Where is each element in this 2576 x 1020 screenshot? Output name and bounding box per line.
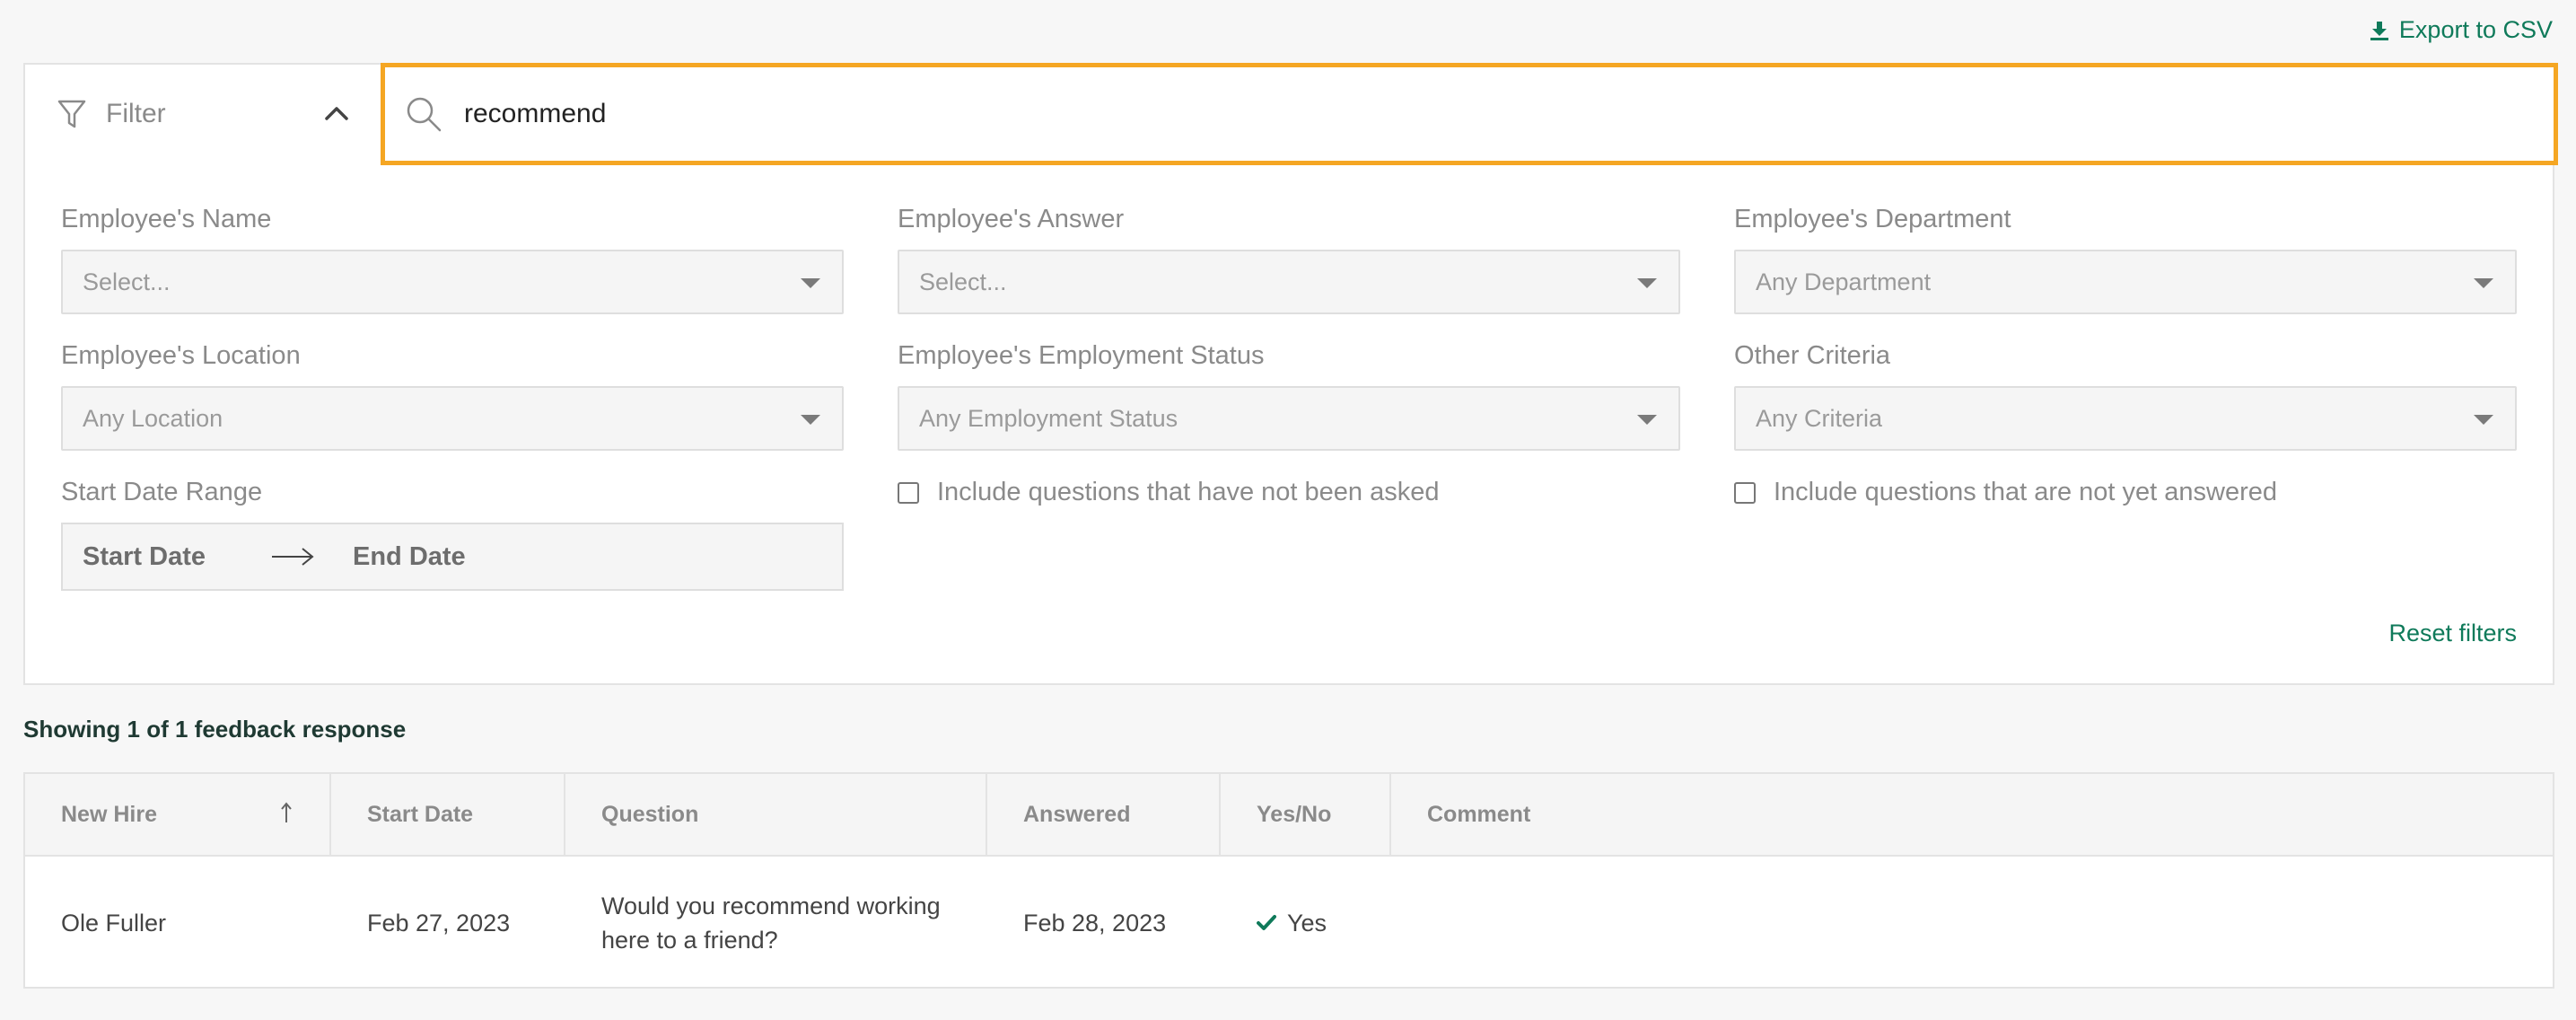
page: Export to CSV Filter Employee's Name Sel… [0,0,2576,1020]
column-new-hire-label: New Hire [61,801,157,827]
feedback-table: New Hire Start Date Question Answered Ye… [23,772,2554,989]
employee-department-label: Employee's Department [1734,205,2011,233]
arrow-right-icon [272,548,314,566]
sort-ascending-icon [281,802,292,822]
search-icon [407,97,442,132]
start-date-range-label: Start Date Range [61,478,263,506]
column-answered-label: Answered [1023,801,1131,827]
filter-funnel-icon [57,100,86,128]
employee-location-field: Employee's Location Any Location [61,341,844,451]
column-question-label: Question [601,801,699,827]
employee-location-select[interactable]: Any Location [61,386,844,451]
cell-answered: Feb 28, 2023 [1023,909,1167,936]
other-criteria-value: Any Criteria [1756,404,1883,432]
filter-panel: Filter Employee's Name Select... Employe… [23,63,2558,685]
end-date-input[interactable]: End Date [353,542,466,572]
start-date-input[interactable]: Start Date [83,542,206,572]
employment-status-value: Any Employment Status [919,404,1178,432]
employee-department-value: Any Department [1756,268,1932,295]
column-yes-no-label: Yes/No [1257,801,1332,827]
column-start-date[interactable]: Start Date [331,774,565,855]
employee-answer-field: Employee's Answer Select... [898,205,1680,314]
employment-status-label: Employee's Employment Status [898,341,1265,370]
table-header: New Hire Start Date Question Answered Ye… [25,774,2553,857]
other-criteria-field: Other Criteria Any Criteria [1734,341,2517,451]
checkmark-icon [1257,914,1276,930]
employee-name-select[interactable]: Select... [61,250,844,314]
column-comment[interactable]: Comment [1391,774,2554,855]
caret-down-icon [801,415,820,425]
date-range-picker[interactable]: Start Date End Date [61,523,844,591]
employee-department-field: Employee's Department Any Department [1734,205,2517,314]
employee-location-value: Any Location [83,404,223,432]
employee-answer-value: Select... [919,268,1007,295]
cell-start-date: Feb 27, 2023 [367,909,511,936]
employee-name-field: Employee's Name Select... [61,205,844,314]
search-box [381,63,2558,165]
question-line: Would you recommend working [601,892,941,919]
filter-toggle[interactable]: Filter [25,65,381,163]
column-yes-no[interactable]: Yes/No [1221,774,1391,855]
employment-status-field: Employee's Employment Status Any Employm… [898,341,1680,451]
employee-name-value: Select... [83,268,171,295]
export-csv-link[interactable]: Export to CSV [2369,16,2553,44]
caret-down-icon [2474,415,2493,425]
column-comment-label: Comment [1427,801,1531,827]
checkbox-box[interactable] [898,481,919,504]
results-count: Showing 1 of 1 feedback response [23,716,407,743]
cell-question: Would you recommend working here to a fr… [565,857,987,989]
column-start-date-label: Start Date [367,801,474,827]
caret-down-icon [1637,415,1657,425]
question-text: Would you recommend working here to a fr… [601,889,941,957]
employee-name-label: Employee's Name [61,205,272,233]
employment-status-select[interactable]: Any Employment Status [898,386,1680,451]
not-answered-checkbox[interactable]: Include questions that are not yet answe… [1734,478,2277,507]
cell-new-hire: Ole Fuller [61,909,167,936]
other-criteria-select[interactable]: Any Criteria [1734,386,2517,451]
download-icon [2370,21,2388,40]
not-answered-label: Include questions that are not yet answe… [1774,478,2278,506]
caret-down-icon [1637,278,1657,288]
not-asked-checkbox[interactable]: Include questions that have not been ask… [898,478,1439,507]
cell-yes-no: Yes [1221,857,1391,989]
employee-answer-label: Employee's Answer [898,205,1125,233]
caret-down-icon [2474,278,2493,288]
chevron-up-icon [325,107,348,120]
start-date-range-field: Start Date Range Start Date End Date [61,478,844,591]
cell-comment [1391,857,2554,989]
filter-label: Filter [106,99,166,128]
employee-answer-select[interactable]: Select... [898,250,1680,314]
reset-filters-link[interactable]: Reset filters [2388,620,2517,647]
employee-department-select[interactable]: Any Department [1734,250,2517,314]
other-criteria-label: Other Criteria [1734,341,1891,370]
column-question[interactable]: Question [565,774,987,855]
search-input[interactable] [464,99,2439,129]
question-line: here to a friend? [601,926,778,954]
column-new-hire[interactable]: New Hire [25,774,331,855]
caret-down-icon [801,278,820,288]
export-label: Export to CSV [2398,16,2553,43]
employee-location-label: Employee's Location [61,341,301,370]
checkbox-box[interactable] [1734,481,1756,504]
not-asked-label: Include questions that have not been ask… [937,478,1440,506]
yes-no-value: Yes [1287,909,1327,936]
column-answered[interactable]: Answered [987,774,1221,855]
